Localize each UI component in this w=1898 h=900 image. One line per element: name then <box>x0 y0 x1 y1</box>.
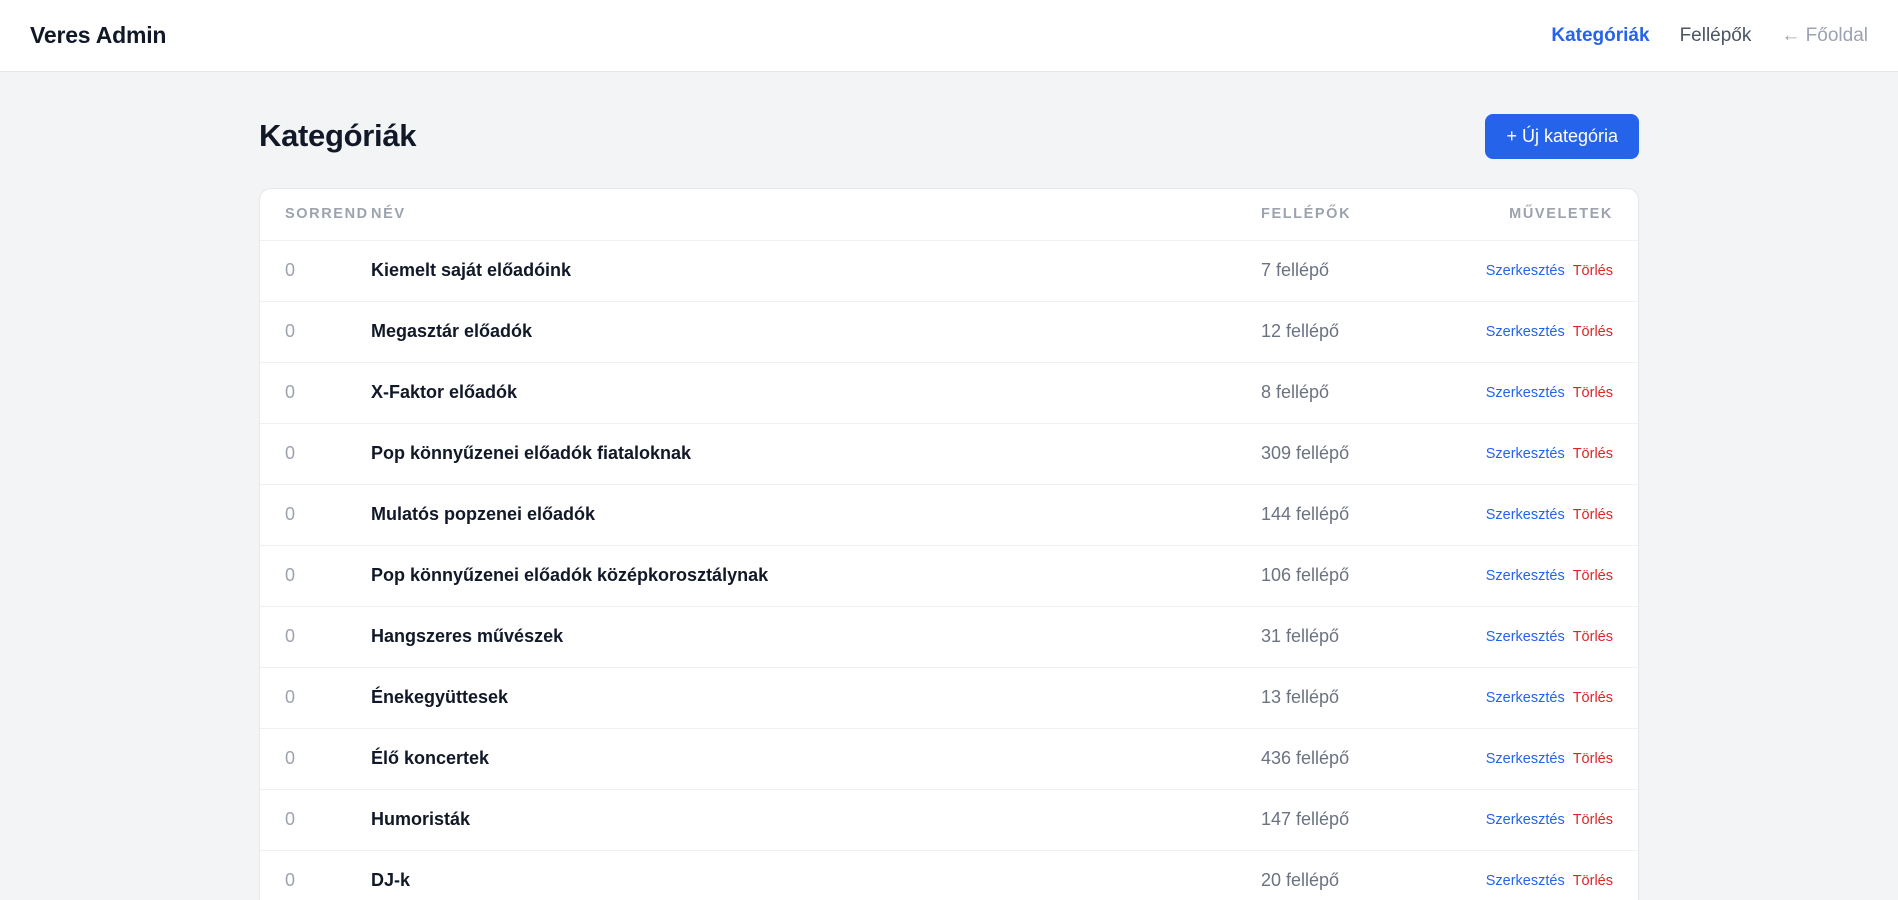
delete-link[interactable]: Törlés <box>1573 263 1613 279</box>
row-performer-count: 13 fellépő <box>1261 667 1471 729</box>
row-performer-count: 7 fellépő <box>1261 240 1471 302</box>
table-header-row: Sorrend Név Fellépők Műveletek <box>260 189 1638 241</box>
table-body: 0 Kiemelt saját előadóink 7 fellépő Szerkes… <box>260 240 1638 900</box>
row-name: Élő koncertek <box>371 728 1261 790</box>
new-category-button[interactable]: + Új kategória <box>1485 113 1639 159</box>
row-name: Mulatós popzenei előadók <box>371 484 1261 546</box>
row-name: DJ-k <box>371 850 1261 900</box>
delete-link[interactable]: Törlés <box>1573 507 1613 523</box>
brand-title: Veres Admin <box>30 22 167 48</box>
main-content: Kategóriák + Új kategória Sorrend Név Fe… <box>259 72 1639 900</box>
row-performer-count: 31 fellépő <box>1261 606 1471 668</box>
row-actions: Szerkesztés Törlés <box>1471 606 1638 668</box>
table-row: 0 Pop könnyűzenei előadók középkorosztály… <box>260 545 1638 607</box>
edit-link[interactable]: Szerkesztés <box>1486 629 1565 645</box>
row-name: Pop könnyűzenei előadók középkorosztályn… <box>371 545 1261 607</box>
row-order: 0 <box>260 423 371 485</box>
row-order: 0 <box>260 240 371 302</box>
row-performer-count: 144 fellépő <box>1261 484 1471 546</box>
row-name: Pop könnyűzenei előadók fiataloknak <box>371 423 1261 485</box>
row-performer-count: 309 fellépő <box>1261 423 1471 485</box>
row-actions: Szerkesztés Törlés <box>1471 545 1638 607</box>
row-name: Humoristák <box>371 789 1261 851</box>
header-actions: Műveletek <box>1471 189 1638 241</box>
row-order: 0 <box>260 850 371 900</box>
edit-link[interactable]: Szerkesztés <box>1486 385 1565 401</box>
row-name: Kiemelt saját előadóink <box>371 240 1261 302</box>
row-order: 0 <box>260 606 371 668</box>
edit-link[interactable]: Szerkesztés <box>1486 568 1565 584</box>
row-actions: Szerkesztés Törlés <box>1471 240 1638 302</box>
row-actions: Szerkesztés Törlés <box>1471 789 1638 851</box>
table-row: 0 DJ-k 20 fellépő Szerkesztés Törlés <box>260 850 1638 900</box>
table-row: 0 Kiemelt saját előadóink 7 fellépő Szerkes… <box>260 240 1638 302</box>
row-name: Hangszeres művészek <box>371 606 1261 668</box>
row-order: 0 <box>260 667 371 729</box>
table-row: 0 Énekegyüttesek 13 fellépő Szerkesztés Törl… <box>260 667 1638 729</box>
row-performer-count: 436 fellépő <box>1261 728 1471 790</box>
row-order: 0 <box>260 728 371 790</box>
table-row: 0 X-Faktor előadók 8 fellépő Szerkesztés Tör… <box>260 362 1638 424</box>
row-name: Megasztár előadók <box>371 301 1261 363</box>
row-performer-count: 20 fellépő <box>1261 850 1471 900</box>
header-performers: Fellépők <box>1261 189 1471 241</box>
categories-table: Sorrend Név Fellépők Műveletek 0 Kiemelt … <box>260 189 1638 900</box>
header-name: Név <box>371 189 1261 241</box>
edit-link[interactable]: Szerkesztés <box>1486 507 1565 523</box>
row-name: Énekegyüttesek <box>371 667 1261 729</box>
edit-link[interactable]: Szerkesztés <box>1486 873 1565 889</box>
page-header: Kategóriák + Új kategória <box>259 112 1639 160</box>
row-order: 0 <box>260 545 371 607</box>
row-performer-count: 12 fellépő <box>1261 301 1471 363</box>
delete-link[interactable]: Törlés <box>1573 873 1613 889</box>
edit-link[interactable]: Szerkesztés <box>1486 812 1565 828</box>
main-nav: Kategóriák Fellépők ← Főoldal <box>1551 25 1868 47</box>
row-order: 0 <box>260 484 371 546</box>
delete-link[interactable]: Törlés <box>1573 812 1613 828</box>
delete-link[interactable]: Törlés <box>1573 446 1613 462</box>
delete-link[interactable]: Törlés <box>1573 385 1613 401</box>
page-title: Kategóriák <box>259 118 417 153</box>
edit-link[interactable]: Szerkesztés <box>1486 690 1565 706</box>
row-actions: Szerkesztés Törlés <box>1471 484 1638 546</box>
row-order: 0 <box>260 301 371 363</box>
row-actions: Szerkesztés Törlés <box>1471 362 1638 424</box>
delete-link[interactable]: Törlés <box>1573 568 1613 584</box>
table-row: 0 Pop könnyűzenei előadók fiataloknak 309 … <box>260 423 1638 485</box>
nav-link-home[interactable]: ← Főoldal <box>1781 25 1868 47</box>
nav-link-categories[interactable]: Kategóriák <box>1551 25 1649 47</box>
row-actions: Szerkesztés Törlés <box>1471 728 1638 790</box>
table-row: 0 Élő koncertek 436 fellépő Szerkesztés Törl… <box>260 728 1638 790</box>
table-row: 0 Megasztár előadók 12 fellépő Szerkesztés T… <box>260 301 1638 363</box>
row-order: 0 <box>260 789 371 851</box>
row-name: X-Faktor előadók <box>371 362 1261 424</box>
nav-link-performers[interactable]: Fellépők <box>1680 25 1752 47</box>
row-performer-count: 147 fellépő <box>1261 789 1471 851</box>
header-order: Sorrend <box>260 189 371 241</box>
delete-link[interactable]: Törlés <box>1573 324 1613 340</box>
row-actions: Szerkesztés Törlés <box>1471 423 1638 485</box>
row-actions: Szerkesztés Törlés <box>1471 301 1638 363</box>
row-order: 0 <box>260 362 371 424</box>
row-actions: Szerkesztés Törlés <box>1471 850 1638 900</box>
delete-link[interactable]: Törlés <box>1573 690 1613 706</box>
categories-table-card: Sorrend Név Fellépők Műveletek 0 Kiemelt … <box>259 188 1639 900</box>
edit-link[interactable]: Szerkesztés <box>1486 263 1565 279</box>
delete-link[interactable]: Törlés <box>1573 629 1613 645</box>
edit-link[interactable]: Szerkesztés <box>1486 446 1565 462</box>
table-row: 0 Humoristák 147 fellépő Szerkesztés Törlés <box>260 789 1638 851</box>
table-row: 0 Mulatós popzenei előadók 144 fellépő Szer… <box>260 484 1638 546</box>
row-performer-count: 8 fellépő <box>1261 362 1471 424</box>
edit-link[interactable]: Szerkesztés <box>1486 751 1565 767</box>
delete-link[interactable]: Törlés <box>1573 751 1613 767</box>
table-row: 0 Hangszeres művészek 31 fellépő Szerkeszté… <box>260 606 1638 668</box>
top-navbar: Veres Admin Kategóriák Fellépők ← Főolda… <box>0 0 1898 72</box>
edit-link[interactable]: Szerkesztés <box>1486 324 1565 340</box>
row-performer-count: 106 fellépő <box>1261 545 1471 607</box>
row-actions: Szerkesztés Törlés <box>1471 667 1638 729</box>
